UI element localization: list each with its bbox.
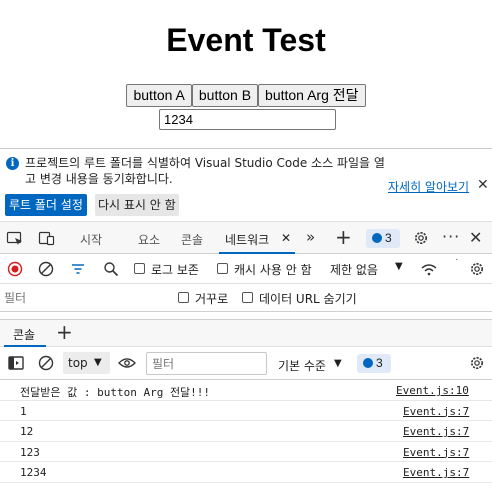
throttling-dropdown-icon[interactable]: ▼ xyxy=(395,261,403,272)
source-link[interactable]: Event.js:7 xyxy=(403,446,469,459)
device-emulation-icon[interactable] xyxy=(38,230,56,246)
console-message: 전달받은 값 : button Arg 전달!!! xyxy=(20,386,211,399)
add-tab-icon[interactable]: + xyxy=(335,225,352,249)
dont-show-again-button[interactable]: 다시 표시 안 함 xyxy=(95,194,179,216)
drawer-tab-bar: 콘솔 + xyxy=(0,319,492,347)
console-message-row: 123 Event.js:7 xyxy=(0,442,492,463)
hide-data-urls-checkbox[interactable] xyxy=(242,292,253,303)
preserve-log-checkbox[interactable] xyxy=(134,263,145,274)
invert-label: 거꾸로 xyxy=(195,292,229,306)
button-a[interactable]: button A xyxy=(126,84,192,107)
import-export-icon[interactable]: ˙ xyxy=(454,257,460,270)
source-link[interactable]: Event.js:7 xyxy=(403,405,469,418)
clear-icon[interactable] xyxy=(38,261,54,277)
hide-data-urls-label: 데이터 URL 숨기기 xyxy=(259,292,357,306)
info-bar: i 프로젝트의 루트 폴더를 식별하여 Visual Studio Code 소… xyxy=(0,149,492,221)
clear-console-icon[interactable] xyxy=(38,355,54,371)
button-b[interactable]: button B xyxy=(191,84,259,107)
page-title: Event Test xyxy=(166,22,326,58)
devtools-tab-bar: 시작 요소 콘솔 네트워크 ✕ » + 3 ··· ✕ xyxy=(0,221,492,254)
close-icon[interactable]: ✕ xyxy=(477,176,489,193)
web-page: Event Test button A button B button Arg … xyxy=(0,0,492,148)
network-settings-gear-icon[interactable] xyxy=(468,261,486,277)
inspect-element-icon[interactable] xyxy=(6,230,24,246)
show-sidebar-icon[interactable] xyxy=(8,356,24,370)
tab-elements[interactable]: 요소 xyxy=(138,231,160,248)
console-toolbar: top ▼ 기본 수준 ▼ 3 xyxy=(0,347,492,380)
issues-icon xyxy=(372,233,382,243)
tab-close-icon[interactable]: ✕ xyxy=(281,231,291,245)
network-filter-input[interactable] xyxy=(2,288,164,307)
console-issues-badge[interactable]: 3 xyxy=(357,354,391,373)
learn-more-link[interactable]: 자세히 알아보기 xyxy=(388,178,469,195)
live-expression-eye-icon[interactable] xyxy=(118,357,136,369)
drawer-tab-console[interactable]: 콘솔 xyxy=(13,326,35,343)
more-options-icon[interactable]: ··· xyxy=(442,227,460,246)
set-root-folder-button[interactable]: 루트 폴더 설정 xyxy=(5,194,87,216)
console-message: 1 xyxy=(20,404,27,418)
network-toolbar: 로그 보존 캐시 사용 안 함 제한 없음 ▼ ˙ xyxy=(0,254,492,284)
log-level-dropdown-icon[interactable]: ▼ xyxy=(334,358,342,369)
record-icon[interactable] xyxy=(7,261,23,277)
disable-cache-checkbox[interactable] xyxy=(217,263,228,274)
disable-cache-label: 캐시 사용 안 함 xyxy=(234,263,312,277)
source-link[interactable]: Event.js:7 xyxy=(403,466,469,479)
console-message: 1234 xyxy=(20,466,47,480)
console-message-row: 1 Event.js:7 xyxy=(0,401,492,422)
add-drawer-tab-icon[interactable]: + xyxy=(56,320,73,344)
tab-network[interactable]: 네트워크 xyxy=(225,231,269,248)
devtools-panel: i 프로젝트의 루트 폴더를 식별하여 Visual Studio Code 소… xyxy=(0,148,492,484)
more-tabs-icon[interactable]: » xyxy=(306,228,315,246)
tab-welcome[interactable]: 시작 xyxy=(80,231,102,248)
throttling-select[interactable]: 제한 없음 xyxy=(330,261,378,278)
console-settings-gear-icon[interactable] xyxy=(468,355,486,371)
context-dropdown-icon: ▼ xyxy=(94,357,102,368)
issues-badge[interactable]: 3 xyxy=(366,229,400,248)
source-link[interactable]: Event.js:10 xyxy=(396,384,469,397)
settings-gear-icon[interactable] xyxy=(412,230,430,246)
context-select-label: top xyxy=(68,356,88,370)
info-icon: i xyxy=(6,157,19,170)
console-filter-input[interactable] xyxy=(146,352,267,375)
preserve-log-label: 로그 보존 xyxy=(151,263,199,277)
button-row: button A button B button Arg 전달 xyxy=(0,84,492,107)
console-message: 12 xyxy=(20,425,34,439)
info-message: 프로젝트의 루트 폴더를 식별하여 Visual Studio Code 소스 … xyxy=(25,156,385,186)
console-message-row: 1234 Event.js:7 xyxy=(0,462,492,483)
button-arg[interactable]: button Arg 전달 xyxy=(258,84,366,107)
console-issues-icon xyxy=(363,358,373,368)
source-link[interactable]: Event.js:7 xyxy=(403,425,469,438)
filter-icon[interactable] xyxy=(70,261,86,277)
close-devtools-icon[interactable]: ✕ xyxy=(469,228,482,247)
console-message: 123 xyxy=(20,445,40,459)
invert-checkbox[interactable] xyxy=(178,292,189,303)
context-select[interactable]: top ▼ xyxy=(63,352,110,374)
console-message-row: 12 Event.js:7 xyxy=(0,421,492,442)
console-log: 전달받은 값 : button Arg 전달!!! Event.js:10 1 … xyxy=(0,380,492,483)
network-conditions-icon[interactable] xyxy=(420,262,438,276)
log-level-select[interactable]: 기본 수준 xyxy=(278,357,326,374)
console-message-row: 전달받은 값 : button Arg 전달!!! Event.js:10 xyxy=(0,380,492,401)
search-icon[interactable] xyxy=(103,261,119,277)
text-input[interactable]: 1234 xyxy=(159,109,336,130)
network-filter-bar: 거꾸로 데이터 URL 숨기기 xyxy=(0,284,492,312)
tab-console[interactable]: 콘솔 xyxy=(181,231,203,248)
